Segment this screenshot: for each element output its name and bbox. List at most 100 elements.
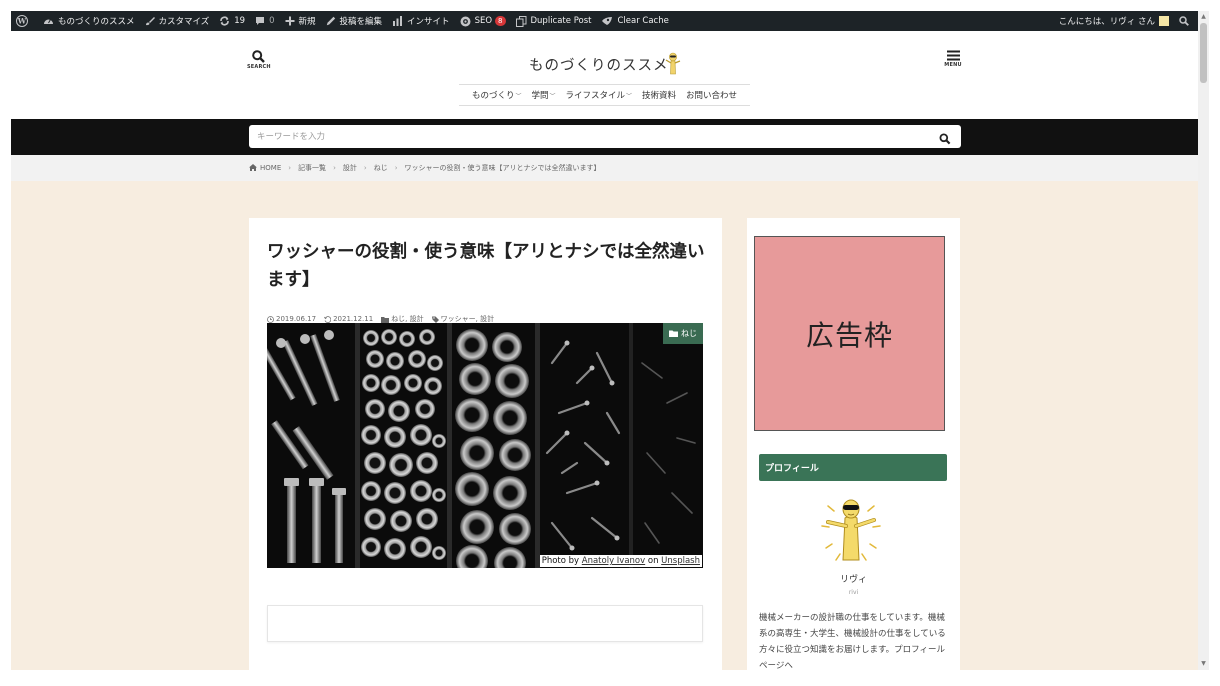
breadcrumb: HOME › 記事一覧 › 設計 › ねじ › ワッシャーの役割・使う意味【アリ…	[11, 155, 1198, 181]
nav-item-label: 学問	[531, 91, 549, 101]
wp-admin-bar: W ものづくりのススメ カスタマイズ 19 0 新規 投稿を編集 インサイト S…	[11, 11, 1198, 31]
new-content-menu[interactable]: 新規	[280, 11, 321, 31]
edit-post-menu[interactable]: 投稿を編集	[321, 11, 388, 31]
nav-item-monozukuri[interactable]: ものづくり﹀	[467, 89, 527, 101]
updated-date: 2021.12.11	[324, 315, 373, 323]
comments-count: 0	[269, 16, 275, 26]
profile-description: 機械メーカーの設計職の仕事をしています。機械系の高専生・大学生、機械設計の仕事を…	[759, 613, 946, 670]
history-icon	[324, 315, 332, 323]
seo-menu[interactable]: SEO 8	[455, 11, 511, 31]
content-box	[267, 605, 703, 642]
seo-notification-badge: 8	[495, 16, 506, 26]
pencil-icon	[326, 16, 335, 26]
nav-item-label: ライフスタイル	[565, 91, 626, 101]
scroll-down-arrow-icon[interactable]: ▼	[1200, 660, 1207, 668]
breadcrumb-label: HOME	[260, 164, 282, 172]
nav-item-tech-docs[interactable]: 技術資料	[637, 89, 681, 101]
breadcrumb-item[interactable]: 記事一覧	[298, 163, 326, 173]
customize-label: カスタマイズ	[158, 17, 210, 27]
hamburger-menu-icon	[946, 50, 960, 61]
breadcrumb-item[interactable]: ねじ	[374, 163, 388, 173]
site-name-menu[interactable]: ものづくりのススメ	[38, 11, 140, 31]
breadcrumb-current: ワッシャーの役割・使う意味【アリとナシでは全然違います】	[404, 164, 601, 172]
chevron-down-icon: ﹀	[549, 93, 556, 100]
duplicate-post-menu[interactable]: Duplicate Post	[511, 11, 597, 31]
menu-button-label: MENU	[944, 62, 962, 68]
nav-item-lifestyle[interactable]: ライフスタイル﹀	[561, 89, 638, 101]
browser-viewport: W ものづくりのススメ カスタマイズ 19 0 新規 投稿を編集 インサイト S…	[11, 11, 1198, 670]
adminbar-search-button[interactable]	[1174, 11, 1198, 31]
edit-post-label: 投稿を編集	[339, 17, 383, 27]
category-label-badge[interactable]: ねじ	[663, 323, 703, 344]
greeting-label: こんにちは、リヴィ さん	[1058, 17, 1155, 27]
folder-icon	[381, 316, 390, 323]
vertical-scrollbar[interactable]: ▲ ▼	[1198, 11, 1209, 670]
insight-label: インサイト	[407, 17, 450, 27]
nav-item-label: 技術資料	[642, 91, 677, 101]
copy-icon	[515, 15, 526, 27]
nav-item-contact[interactable]: お問い合わせ	[681, 89, 742, 101]
new-label: 新規	[298, 17, 316, 27]
nav-item-label: お問い合わせ	[686, 91, 738, 101]
published-date-text: 2019.06.17	[276, 315, 317, 323]
search-icon	[939, 133, 951, 145]
chevron-right-icon: ›	[288, 164, 292, 172]
site-name-label: ものづくりのススメ	[58, 17, 135, 27]
chevron-down-icon: ﹀	[515, 93, 522, 100]
global-nav: ものづくり﹀ 学問﹀ ライフスタイル﹀ 技術資料 お問い合わせ	[459, 84, 750, 106]
header-menu-button[interactable]: MENU	[942, 50, 964, 68]
clear-cache-label: Clear Cache	[617, 16, 669, 26]
profile-widget-title: プロフィール	[759, 454, 947, 481]
dashboard-icon	[44, 19, 53, 24]
scrollbar-thumb[interactable]	[1200, 23, 1207, 83]
breadcrumb-item[interactable]: 設計	[343, 163, 357, 173]
category-label-text: ねじ	[681, 329, 697, 338]
site-logo-text: ものづくりのススメ	[529, 57, 669, 74]
search-icon	[251, 50, 265, 63]
user-avatar-mini	[1159, 16, 1169, 26]
duplicate-post-label: Duplicate Post	[530, 16, 592, 26]
chevron-down-icon: ﹀	[626, 93, 633, 100]
chevron-right-icon: ›	[333, 164, 336, 172]
site-logo[interactable]: ものづくりのススメ	[529, 51, 689, 77]
updates-menu[interactable]: 19	[214, 11, 250, 31]
published-date: 2019.06.17	[267, 315, 316, 323]
chevron-right-icon: ›	[394, 164, 398, 172]
header-search-button[interactable]: SEARCH	[247, 50, 271, 70]
search-bar-band	[11, 119, 1198, 155]
comments-menu[interactable]: 0	[250, 11, 279, 31]
sidebar: 広告枠 プロフィール リヴィ rivi 機械メーカーの設計職の仕事をしています。…	[747, 218, 960, 670]
search-submit-button[interactable]	[939, 130, 953, 145]
customize-menu[interactable]: カスタマイズ	[140, 11, 215, 31]
article-card: ワッシャーの役割・使う意味【アリとナシでは全然違います】 2019.06.17 …	[249, 218, 722, 670]
ad-placeholder-text: 広告枠	[805, 318, 893, 352]
breadcrumb-home[interactable]: HOME	[249, 164, 281, 172]
clear-cache-menu[interactable]: Clear Cache	[596, 11, 673, 31]
plus-icon	[285, 16, 295, 26]
profile-avatar	[821, 499, 881, 561]
mascot-logo-icon	[665, 52, 680, 75]
article-title: ワッシャーの役割・使う意味【アリとナシでは全然違います】	[267, 242, 705, 290]
insight-menu[interactable]: インサイト	[387, 11, 455, 31]
wordpress-icon: W	[16, 15, 28, 27]
update-icon	[220, 16, 230, 26]
clock-icon	[267, 315, 274, 323]
profile-name: リヴィ	[839, 575, 867, 585]
nav-item-label: ものづくり	[471, 91, 515, 101]
scroll-up-arrow-icon[interactable]: ▲	[1200, 13, 1207, 21]
nav-item-gakumon[interactable]: 学問﹀	[526, 89, 560, 101]
credit-on: on	[647, 556, 659, 566]
bolts-and-washers-photo	[267, 323, 703, 568]
rocket-icon	[602, 17, 613, 25]
search-button-label: SEARCH	[247, 64, 271, 70]
folder-icon	[669, 330, 678, 337]
wordpress-logo-button[interactable]: W	[11, 11, 38, 31]
photo-credit: Photo by Anatoly Ivanov on Unsplash	[539, 555, 702, 567]
my-account-menu[interactable]: こんにちは、リヴィ さん	[1054, 11, 1174, 31]
updated-date-text: 2021.12.11	[333, 315, 374, 323]
credit-site-link[interactable]: Unsplash	[661, 556, 700, 566]
chevron-right-icon: ›	[363, 164, 367, 172]
credit-author-link[interactable]: Anatoly Ivanov	[582, 556, 645, 566]
keyword-search-input[interactable]	[249, 125, 961, 148]
ad-placeholder[interactable]: 広告枠	[754, 236, 945, 431]
